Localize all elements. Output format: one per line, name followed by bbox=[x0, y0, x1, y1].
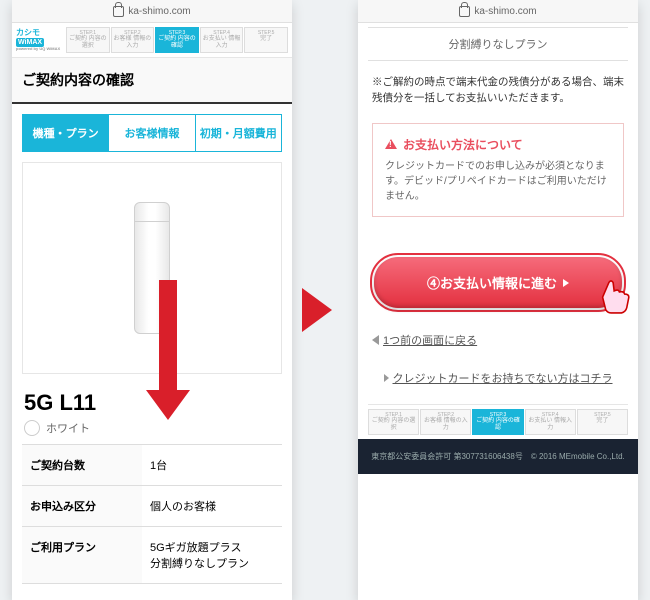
next-screen-arrow-annotation bbox=[302, 288, 332, 332]
warning-icon bbox=[385, 139, 397, 149]
url-text: ka-shimo.com bbox=[128, 6, 190, 17]
footer: 東京都公安委員会許可 第307731606438号 © 2016 MEmobil… bbox=[358, 439, 638, 474]
step-1: STEP.1ご契約 内容の選択 bbox=[66, 27, 110, 53]
url-text: ka-shimo.com bbox=[474, 6, 536, 17]
product-image-area bbox=[22, 162, 282, 374]
lock-icon bbox=[459, 6, 470, 17]
payment-warning-box: お支払い方法について クレジットカードでのお申し込みが必須となります。デビッド/… bbox=[372, 123, 624, 217]
lock-icon bbox=[113, 6, 124, 17]
logo: カシモ WiMAX powered by UQ WiMAX bbox=[16, 29, 66, 51]
table-row: お申込み区分個人のお客様 bbox=[22, 486, 282, 527]
tabs: 機種・プラン お客様情報 初期・月額費用 bbox=[22, 114, 282, 152]
color-swatch bbox=[24, 420, 40, 436]
pointer-hand-icon bbox=[590, 272, 632, 314]
plan-name-top: 分割縛りなしプラン bbox=[368, 27, 628, 61]
header: カシモ WiMAX powered by UQ WiMAX STEP.1ご契約 … bbox=[12, 23, 292, 58]
step-indicator: STEP.1ご契約 内容の選択 STEP.2お客様 情報の入力 STEP.3ご契… bbox=[66, 27, 288, 53]
address-bar: ka-shimo.com bbox=[358, 0, 638, 23]
step-5: STEP.5完了 bbox=[577, 409, 628, 435]
address-bar: ka-shimo.com bbox=[12, 0, 292, 23]
proceed-to-payment-button[interactable]: ④お支払い情報に進む bbox=[374, 257, 622, 308]
no-credit-card-link[interactable]: クレジットカードをお持ちでない方はコチラ bbox=[358, 358, 638, 404]
chevron-left-icon bbox=[372, 335, 379, 345]
warning-body: クレジットカードでのお申し込みが必須となります。デビッド/プリペイドカードはご利… bbox=[385, 159, 611, 204]
step-1: STEP.1ご契約 内容の選択 bbox=[368, 409, 419, 435]
back-link[interactable]: 1つ前の画面に戻る bbox=[358, 322, 638, 358]
left-screenshot: ka-shimo.com カシモ WiMAX powered by UQ WiM… bbox=[12, 0, 292, 600]
page-title: ご契約内容の確認 bbox=[12, 58, 292, 104]
step-2: STEP.2お客様 情報の入力 bbox=[420, 409, 471, 435]
step-4: STEP.4お支払い 情報入力 bbox=[525, 409, 576, 435]
scroll-down-arrow-annotation bbox=[159, 280, 177, 420]
product-color: ホワイト bbox=[12, 418, 292, 444]
step-5: STEP.5完了 bbox=[244, 27, 288, 53]
chevron-right-icon bbox=[384, 374, 389, 382]
proceed-button-highlight: ④お支払い情報に進む bbox=[370, 253, 626, 312]
chevron-right-icon bbox=[563, 279, 569, 287]
table-row: ご契約台数1台 bbox=[22, 445, 282, 486]
cancellation-note: ※ご解約の時点で端末代金の残債分がある場合、端末残債分を一括してお支払いいただき… bbox=[358, 61, 638, 117]
step-indicator-bottom: STEP.1ご契約 内容の選択 STEP.2お客様 情報の入力 STEP.3ご契… bbox=[368, 404, 628, 439]
warning-title: お支払い方法について bbox=[385, 136, 611, 153]
tab-customer-info[interactable]: お客様情報 bbox=[109, 115, 195, 151]
tab-device-plan[interactable]: 機種・プラン bbox=[23, 115, 109, 151]
table-row: ご利用プラン5Gギガ放題プラス 分割縛りなしプラン bbox=[22, 527, 282, 584]
step-3: STEP.3ご契約 内容の確認 bbox=[155, 27, 199, 53]
contract-table: ご契約台数1台 お申込み区分個人のお客様 ご利用プラン5Gギガ放題プラス 分割縛… bbox=[22, 444, 282, 584]
tab-fees[interactable]: 初期・月額費用 bbox=[196, 115, 281, 151]
step-4: STEP.4お支払い 情報入力 bbox=[200, 27, 244, 53]
step-2: STEP.2お客様 情報の入力 bbox=[111, 27, 155, 53]
step-3: STEP.3ご契約 内容の確認 bbox=[472, 409, 523, 435]
